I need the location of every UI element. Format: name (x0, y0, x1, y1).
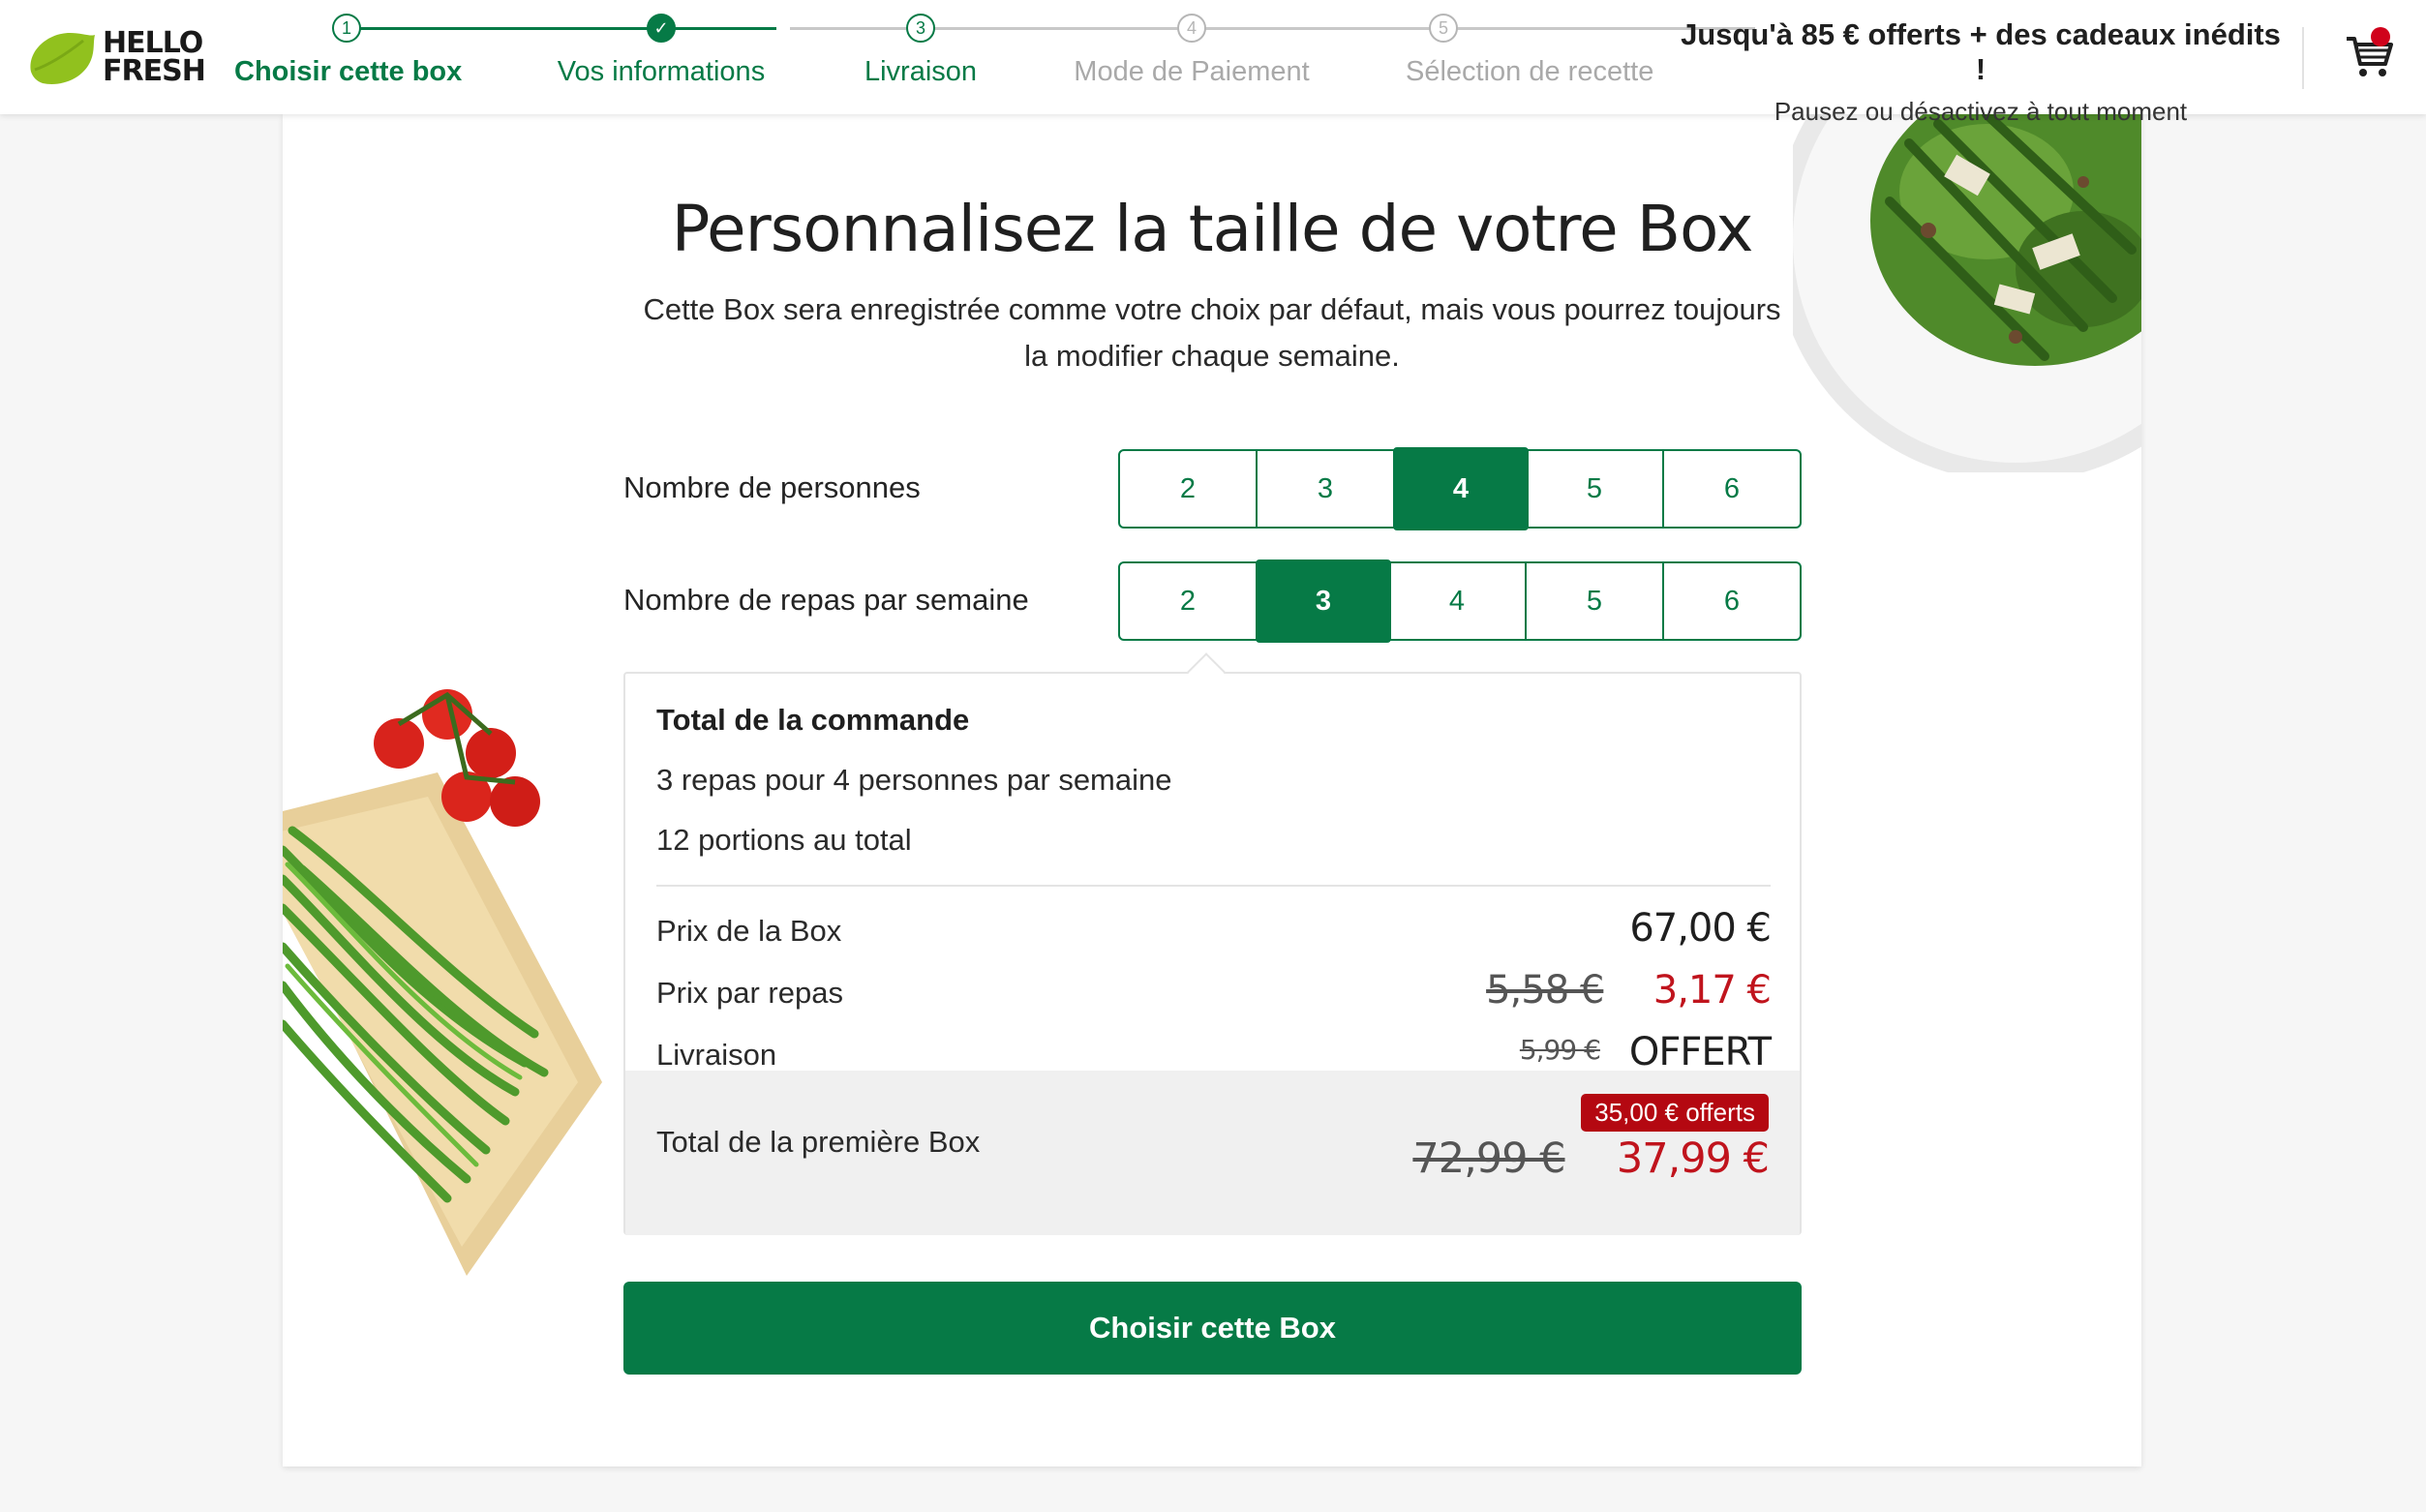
checkout-stepper: 1 ✓ 3 4 5 Choisir cette box Vos informat… (223, 0, 1755, 114)
meals-option-3[interactable]: 3 (1256, 559, 1391, 643)
summary-divider (656, 885, 1771, 887)
meal-price-new: 3,17 € (1653, 968, 1772, 1013)
stepper-line-done (347, 27, 776, 30)
meals-option-4[interactable]: 4 (1389, 563, 1527, 639)
meals-option-5[interactable]: 5 (1527, 563, 1664, 639)
summary-title: Total de la commande (656, 703, 970, 737)
step-5-label: Sélection de recette (1406, 56, 1654, 87)
meals-selector: 2 3 4 5 6 (1118, 559, 1802, 643)
choose-box-button[interactable]: Choisir cette Box (623, 1282, 1802, 1375)
people-option-2[interactable]: 2 (1120, 451, 1258, 527)
salad-plate-image (1793, 114, 2141, 472)
people-selector: 2 3 4 5 6 (1118, 447, 1802, 530)
people-option-5[interactable]: 5 (1527, 451, 1664, 527)
step-1-label[interactable]: Choisir cette box (234, 56, 462, 88)
meals-label: Nombre de repas par semaine (623, 583, 1029, 617)
lime-icon (30, 33, 95, 84)
step-3-indicator: 3 (906, 14, 935, 43)
discount-badge: 35,00 € offerts (1581, 1094, 1769, 1132)
meal-price-old: 5,58 € (1486, 968, 1604, 1013)
delivery-price-new: OFFERT (1628, 1030, 1772, 1074)
promo-title: Jusqu'à 85 € offerts + des cadeaux inédi… (1681, 17, 2281, 86)
total-price-new: 37,99 € (1616, 1134, 1770, 1183)
meal-price-values: 5,58 € 3,17 € (1486, 968, 1772, 1013)
step-4-label: Mode de Paiement (1074, 56, 1310, 87)
meals-option-6[interactable]: 6 (1664, 563, 1800, 639)
meals-option-2[interactable]: 2 (1120, 563, 1258, 639)
delivery-values: 5,99 € OFFERT (1519, 1030, 1772, 1074)
meal-price-row: Prix par repas 5,58 € 3,17 € (656, 968, 1772, 1016)
people-option-3[interactable]: 3 (1258, 451, 1395, 527)
box-size-card: Personnalisez la taille de votre Box Cet… (283, 114, 2141, 1467)
people-option-6[interactable]: 6 (1664, 451, 1800, 527)
box-price-row: Prix de la Box 67,00 € (656, 906, 1772, 954)
meal-price-label: Prix par repas (656, 976, 843, 1010)
box-price-label: Prix de la Box (656, 914, 842, 948)
brand-line-1: HELLO (103, 26, 203, 60)
promo-banner: Jusqu'à 85 € offerts + des cadeaux inédi… (1681, 17, 2281, 127)
step-1-indicator: 1 (332, 14, 361, 43)
top-header: HELLO FRESH 1 ✓ 3 4 5 Choisir cette box … (0, 0, 2426, 126)
total-label: Total de la première Box (656, 1125, 981, 1159)
hellofresh-logo[interactable]: HELLO FRESH (25, 27, 209, 89)
summary-meals-line: 3 repas pour 4 personnes par semaine (656, 763, 1172, 797)
box-price-value: 67,00 € (1629, 906, 1772, 951)
step-2-label[interactable]: Vos informations (558, 56, 765, 88)
step-3-label[interactable]: Livraison (864, 56, 977, 88)
delivery-label: Livraison (656, 1038, 777, 1072)
total-price-old: 72,99 € (1412, 1134, 1565, 1183)
page-subtitle: Cette Box sera enregistrée comme votre c… (643, 292, 1781, 373)
brand-wordmark: HELLO FRESH (103, 26, 206, 88)
cart-notification-dot (2371, 27, 2390, 46)
total-values: 72,99 € 37,99 € (1412, 1134, 1770, 1183)
promo-subtitle: Pausez ou désactivez à tout moment (1774, 97, 2188, 126)
people-option-4[interactable]: 4 (1393, 447, 1529, 530)
step-2-check-icon: ✓ (647, 14, 676, 43)
header-divider (2302, 27, 2304, 89)
step-4-indicator: 4 (1177, 14, 1206, 43)
people-label: Nombre de personnes (623, 470, 921, 504)
summary-portions-line: 12 portions au total (656, 823, 912, 857)
order-summary: Total de la commande 3 repas pour 4 pers… (623, 672, 1802, 1235)
step-5-indicator: 5 (1429, 14, 1458, 43)
green-beans-tomatoes-image (283, 689, 602, 1276)
delivery-price-old: 5,99 € (1519, 1034, 1601, 1066)
first-box-total: Total de la première Box 35,00 € offerts… (625, 1071, 1800, 1235)
page-title: Personnalisez la taille de votre Box (671, 192, 1754, 266)
brand-line-2: FRESH (103, 54, 206, 88)
